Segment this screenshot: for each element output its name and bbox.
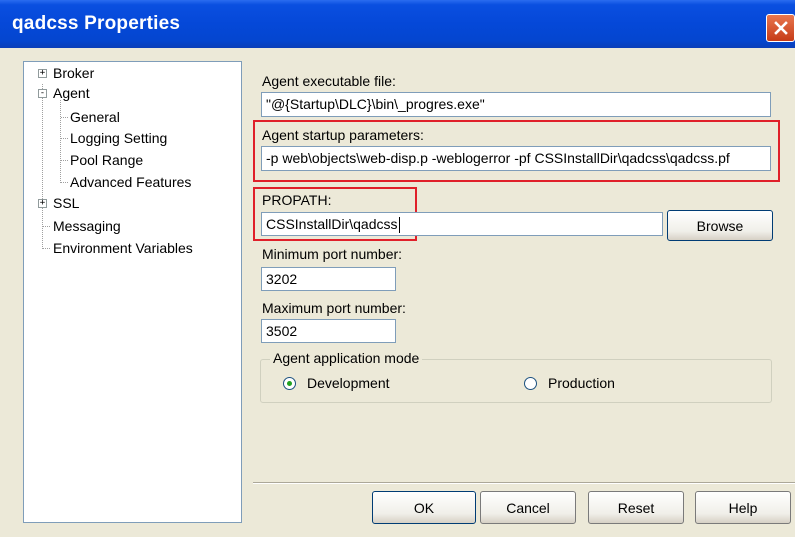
tree-connector [60,100,61,183]
tree-connector [42,84,43,249]
development-label[interactable]: Development [307,375,390,391]
cancel-button[interactable]: Cancel [480,491,576,524]
expand-icon[interactable]: + [38,69,47,78]
agent-mode-legend: Agent application mode [270,350,423,366]
tree-connector [42,248,50,249]
collapse-icon[interactable]: - [38,89,47,98]
tree-item-advanced-features[interactable]: Advanced Features [70,174,191,190]
production-label[interactable]: Production [548,375,615,391]
browse-button[interactable]: Browse [667,210,773,241]
tree-connector [61,138,68,139]
agent-startup-field[interactable]: -p web\objects\web-disp.p -weblogerror -… [261,146,771,171]
propath-label: PROPATH: [262,192,332,208]
tree-item-broker[interactable]: Broker [53,65,94,81]
window-title: qadcss Properties [12,13,181,34]
tree-connector [42,226,50,227]
ok-button[interactable]: OK [372,491,476,524]
help-button[interactable]: Help [695,491,791,524]
tree-item-agent[interactable]: Agent [53,85,90,101]
reset-button[interactable]: Reset [588,491,684,524]
tree-item-pool-range[interactable]: Pool Range [70,152,143,168]
agent-executable-field[interactable]: "@{Startup\DLC}\bin\_progres.exe" [261,92,771,117]
production-radio[interactable] [524,377,537,390]
agent-executable-label: Agent executable file: [262,73,396,89]
tree-item-logging-setting[interactable]: Logging Setting [70,130,167,146]
max-port-field[interactable]: 3502 [261,319,396,343]
tree-connector [61,182,68,183]
agent-startup-label: Agent startup parameters: [262,127,424,143]
tree-connector [61,160,68,161]
tree-connector [61,117,68,118]
button-separator [253,482,795,484]
development-radio[interactable] [283,377,296,390]
radio-selected-dot [287,381,292,386]
tree-item-environment-variables[interactable]: Environment Variables [53,240,193,256]
property-tree[interactable]: + Broker - Agent General Logging Setting… [23,61,242,523]
title-bar[interactable]: qadcss Properties [0,0,795,48]
tree-item-messaging[interactable]: Messaging [53,218,121,234]
close-icon [773,21,788,35]
close-button[interactable] [766,14,795,42]
max-port-label: Maximum port number: [262,300,406,316]
tree-item-ssl[interactable]: SSL [53,195,79,211]
propath-value: CSSInstallDir\qadcss [266,216,398,232]
min-port-label: Minimum port number: [262,246,403,262]
propath-field[interactable]: CSSInstallDir\qadcss [261,212,663,236]
min-port-field[interactable]: 3202 [261,267,396,291]
tree-item-general[interactable]: General [70,109,120,125]
text-cursor [398,217,400,234]
expand-icon[interactable]: + [38,199,47,208]
